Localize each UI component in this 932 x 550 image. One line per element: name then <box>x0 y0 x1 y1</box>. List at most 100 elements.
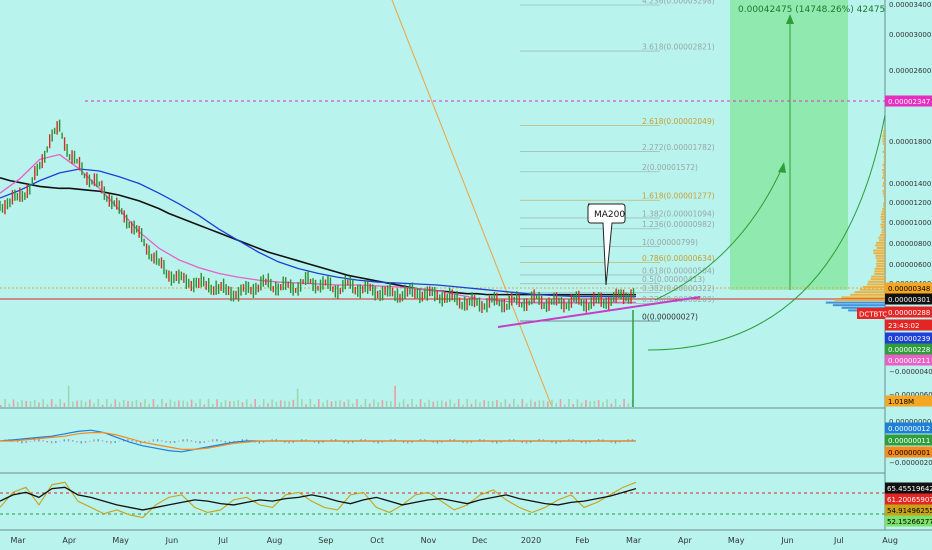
volume-bar <box>195 403 197 407</box>
macd-histogram-bar <box>148 441 149 442</box>
macd-histogram-bar <box>68 439 69 441</box>
time-axis-label: May <box>728 536 745 545</box>
volume-bar <box>47 404 49 407</box>
volume-bar <box>148 404 150 407</box>
volume-bar <box>161 399 163 407</box>
macd-axis[interactable]: 0.00000000−0.000002000.000000120.0000001… <box>885 418 932 467</box>
macd-histogram-bar <box>85 441 86 443</box>
macd-histogram-bar <box>174 441 175 443</box>
volume-bar <box>348 399 350 407</box>
volume-bar <box>85 402 87 407</box>
volume-profile-bar <box>884 161 885 163</box>
volume-bar <box>204 405 206 407</box>
macd-histogram-bar <box>153 439 154 441</box>
macd-tag-label: 0.00000012 <box>888 425 930 433</box>
volume-profile-bar <box>883 143 885 145</box>
volume-bar <box>119 402 121 407</box>
volume-bar <box>13 399 15 407</box>
volume-bar <box>114 399 116 407</box>
macd-histogram-bar <box>157 439 158 441</box>
volume-bar <box>293 400 295 407</box>
volume-bar <box>276 402 278 407</box>
volume-profile-bar <box>884 156 885 158</box>
time-axis-label: Jul <box>217 536 228 545</box>
volume-profile-bar <box>826 302 885 304</box>
macd-histogram-bar <box>89 441 90 442</box>
time-axis-label: Jun <box>780 536 794 545</box>
macd-histogram-bar <box>170 441 171 443</box>
macd-histogram-bar <box>225 441 226 443</box>
volume-bar <box>572 404 574 407</box>
volume-bar <box>72 401 74 407</box>
volume-profile-bar <box>880 234 885 236</box>
volume-profile-bar <box>841 296 885 298</box>
volume-profile-bar <box>876 263 885 265</box>
volume-bar <box>314 404 316 407</box>
volume-bar <box>297 389 299 407</box>
ticker-tag: DCTBTC <box>857 308 887 319</box>
volume-bar <box>136 400 138 407</box>
volume-bar <box>386 401 388 407</box>
price-tag-label: 0.00000301 <box>888 296 930 304</box>
volume-bar <box>543 401 545 407</box>
volume-bar <box>335 401 337 407</box>
price-axis-label: 0.00003000 <box>889 31 931 39</box>
volume-bar <box>34 400 36 407</box>
price-tag-label: 0.00000288 <box>888 309 930 317</box>
volume-bar <box>242 402 244 407</box>
volume-bar <box>602 402 604 407</box>
volume-bar <box>191 400 193 407</box>
time-axis-label: Mar <box>626 536 642 545</box>
macd-histogram-bar <box>178 441 179 442</box>
rsi-tag-label: 52.15266277 <box>887 518 932 526</box>
fib-level-label: 0(0.00000027) <box>642 313 698 322</box>
volume-profile-bar <box>882 229 885 231</box>
price-axis-label: −0.00000400 <box>889 368 932 376</box>
volume-profile-bar <box>884 179 885 181</box>
macd-histogram-bar <box>119 441 120 442</box>
trading-chart[interactable]: 0.00042475 (14748.26%) 42475 4.236(0.000… <box>0 0 932 550</box>
time-axis-label: Feb <box>575 536 589 545</box>
volume-bar <box>250 404 252 407</box>
macd-histogram-bar <box>34 439 35 441</box>
macd-histogram-bar <box>81 441 82 443</box>
fib-level-label: 3.618(0.00002821) <box>642 43 715 52</box>
volume-profile-bar <box>883 192 885 194</box>
volume-bar <box>360 405 362 407</box>
volume-profile-bar <box>882 185 885 187</box>
volume-bar <box>369 404 371 407</box>
volume-bar <box>4 399 6 407</box>
volume-bar <box>170 400 172 407</box>
volume-bar <box>496 400 498 407</box>
price-axis-label: 0.00001000 <box>889 219 931 227</box>
price-axis-label: 0.00003400 <box>889 1 931 9</box>
volume-bar <box>555 403 557 407</box>
macd-histogram-bar <box>72 440 73 441</box>
volume-bar <box>246 399 248 407</box>
volume-bar <box>165 403 167 407</box>
volume-bar <box>615 399 617 407</box>
volume-bar <box>76 401 78 407</box>
volume-bar <box>560 399 562 407</box>
volume-profile-bar <box>883 151 885 153</box>
volume-bar <box>365 399 367 407</box>
volume-bar <box>225 400 227 407</box>
macd-histogram-bar <box>93 439 94 441</box>
volume-bar <box>403 399 405 407</box>
time-axis-label: Apr <box>678 536 693 545</box>
volume-bar <box>441 400 443 407</box>
volume-profile-bar <box>876 257 885 259</box>
macd-histogram-bar <box>51 441 52 443</box>
volume-profile-bar <box>882 135 885 137</box>
volume-bar <box>399 403 401 407</box>
price-tag-label: 0.00000239 <box>888 335 930 343</box>
price-axis-label: 0.00000600 <box>889 261 931 269</box>
volume-bar <box>407 404 409 407</box>
macd-histogram-bar <box>199 441 200 443</box>
volume-profile-bar <box>884 166 885 168</box>
volume-bar <box>267 403 269 407</box>
volume-bar <box>509 404 511 407</box>
volume-bar <box>432 402 434 407</box>
volume-bar <box>157 405 159 407</box>
macd-histogram-bar <box>42 440 43 441</box>
